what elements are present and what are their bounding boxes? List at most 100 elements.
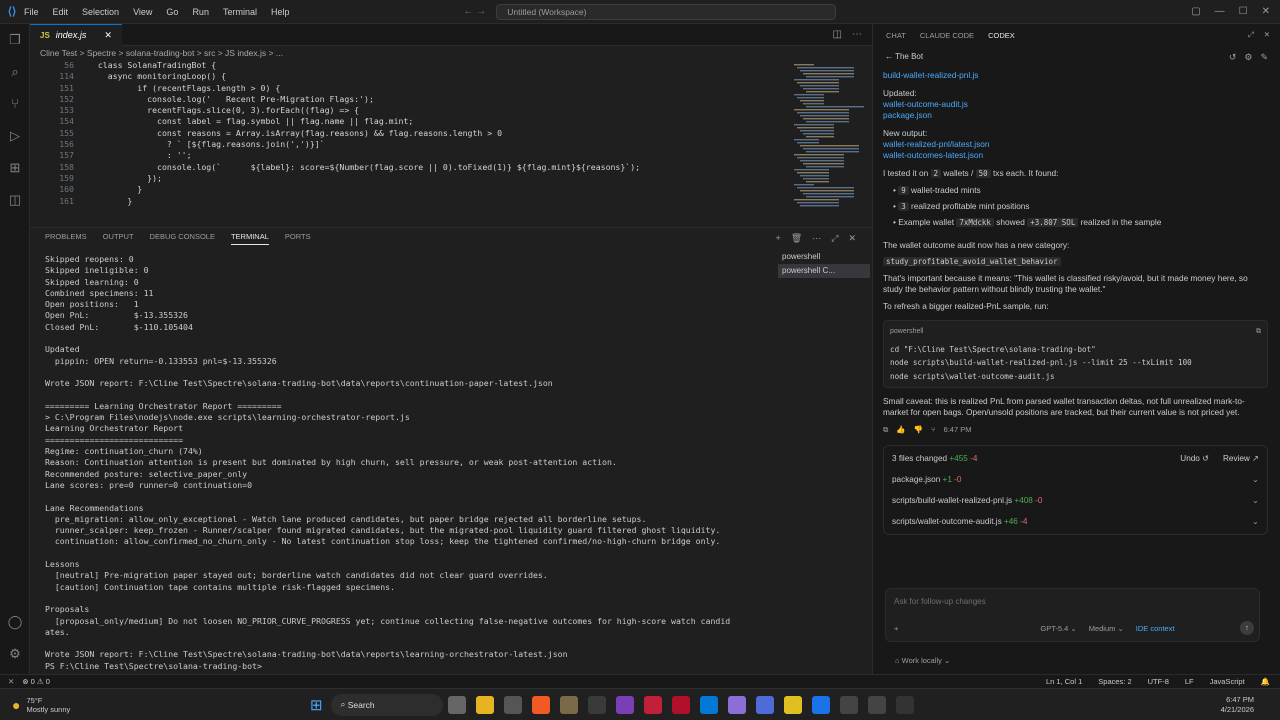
- start-icon[interactable]: ⊞: [310, 696, 323, 714]
- kill-terminal-icon[interactable]: 🗑: [791, 233, 802, 244]
- chevron-down-icon[interactable]: ⌄: [1252, 516, 1259, 527]
- terminal-output[interactable]: Skipped reopens: 0 Skipped ineligible: 0…: [45, 254, 765, 674]
- chevron-down-icon[interactable]: ⌄: [1252, 495, 1259, 506]
- language-mode[interactable]: JavaScript: [1210, 677, 1245, 686]
- close-icon[interactable]: ✕: [1262, 6, 1270, 17]
- settings-icon[interactable]: ⚙: [1244, 52, 1252, 63]
- app-icon[interactable]: [783, 695, 802, 714]
- app-icon[interactable]: [503, 695, 522, 714]
- app-icon[interactable]: [755, 695, 774, 714]
- file-link[interactable]: wallet-outcomes-latest.json: [883, 150, 1268, 161]
- history-icon[interactable]: ↺: [1229, 52, 1237, 63]
- model-select[interactable]: GPT-5.4 ⌄: [1040, 624, 1076, 633]
- attach-icon[interactable]: +: [894, 624, 898, 633]
- changed-file-row[interactable]: package.json +1 -0 ⌄: [892, 469, 1259, 490]
- app-icon[interactable]: [895, 695, 914, 714]
- close-icon[interactable]: ✕: [1264, 30, 1270, 40]
- tab-codex[interactable]: CODEX: [988, 31, 1015, 40]
- copy-icon[interactable]: ⧉: [883, 424, 888, 435]
- terminal-item[interactable]: powershell: [778, 250, 870, 264]
- extensions-icon[interactable]: ⊞: [0, 152, 30, 184]
- thumbs-up-icon[interactable]: 👍: [896, 424, 905, 435]
- cursor-position[interactable]: Ln 1, Col 1: [1046, 677, 1082, 686]
- code-line[interactable]: 161 }: [30, 196, 790, 207]
- undo-button[interactable]: Undo ↺: [1180, 453, 1209, 464]
- app-icon[interactable]: [587, 695, 606, 714]
- followup-input[interactable]: Ask for follow-up changes: [894, 597, 986, 606]
- task-view-icon[interactable]: [447, 695, 466, 714]
- terminal-item[interactable]: powershell C...: [778, 264, 870, 278]
- brave-browser-icon[interactable]: [531, 695, 550, 714]
- new-terminal-icon[interactable]: +: [776, 233, 781, 244]
- menu-item-view[interactable]: View: [133, 7, 152, 17]
- nav-arrows-icon[interactable]: ← →: [463, 6, 486, 17]
- app-icon[interactable]: [559, 695, 578, 714]
- tab-ports[interactable]: PORTS: [285, 232, 311, 245]
- branch-icon[interactable]: ⑂: [931, 424, 936, 435]
- code-line[interactable]: 156 ? ` [${flag.reasons.join(',')}]`: [30, 139, 790, 150]
- code-line[interactable]: 158 console.log(` ${label}: score=${Numb…: [30, 162, 790, 173]
- code-line[interactable]: 155 const reasons = Array.isArray(flag.r…: [30, 128, 790, 139]
- app-icon[interactable]: [615, 695, 634, 714]
- tab-index-js[interactable]: JS index.js ✕: [30, 23, 122, 46]
- file-explorer-icon[interactable]: [475, 695, 494, 714]
- maximize-icon[interactable]: ☐: [1239, 6, 1248, 17]
- code-line[interactable]: 154 const label = flag.symbol || flag.na…: [30, 116, 790, 127]
- more-actions-icon[interactable]: ⋯: [852, 29, 862, 40]
- changed-file-row[interactable]: scripts/build-wallet-realized-pnl.js +40…: [892, 490, 1259, 511]
- new-thread-icon[interactable]: ✎: [1260, 52, 1268, 63]
- changed-file-row[interactable]: scripts/wallet-outcome-audit.js +46 -4 ⌄: [892, 511, 1259, 532]
- code-line[interactable]: 153 recentFlags.slice(0, 3).forEach((fla…: [30, 105, 790, 116]
- menu-item-terminal[interactable]: Terminal: [223, 7, 257, 17]
- code-line[interactable]: 157 : '';: [30, 150, 790, 161]
- explorer-icon[interactable]: ❐: [0, 24, 30, 56]
- layout-icon[interactable]: ▢: [1191, 6, 1200, 17]
- tab-problems[interactable]: PROBLEMS: [45, 232, 87, 245]
- file-link[interactable]: wallet-realized-pnl/latest.json: [883, 139, 1268, 150]
- problems-status[interactable]: ⊗ 0 ⚠ 0: [22, 677, 50, 686]
- run-debug-icon[interactable]: ▷: [0, 120, 30, 152]
- search-icon[interactable]: ⌕: [0, 56, 30, 88]
- code-line[interactable]: 160 }: [30, 184, 790, 195]
- code-view[interactable]: 56 class SolanaTradingBot {114 async mon…: [30, 60, 790, 227]
- menu-item-selection[interactable]: Selection: [82, 7, 119, 17]
- command-center-search[interactable]: Untitled (Workspace): [496, 3, 837, 20]
- work-locally-select[interactable]: ⌂ Work locally ⌄: [895, 656, 950, 665]
- minimize-icon[interactable]: —: [1215, 6, 1225, 17]
- opera-icon[interactable]: [671, 695, 690, 714]
- menu-item-run[interactable]: Run: [192, 7, 209, 17]
- indentation[interactable]: Spaces: 2: [1098, 677, 1131, 686]
- file-link[interactable]: package.json: [883, 110, 1268, 121]
- menu-item-file[interactable]: File: [24, 7, 39, 17]
- notifications-icon[interactable]: 🔔: [1261, 677, 1270, 686]
- close-panel-icon[interactable]: ✕: [848, 233, 856, 244]
- file-link[interactable]: build-wallet-realized-pnl.js: [883, 70, 1268, 81]
- encoding[interactable]: UTF-8: [1148, 677, 1169, 686]
- code-line[interactable]: 152 console.log(' Recent Pre-Migration F…: [30, 94, 790, 105]
- breadcrumb[interactable]: Cline Test > Spectre > solana-trading-bo…: [30, 46, 872, 60]
- accounts-icon[interactable]: ◯: [0, 606, 30, 638]
- clock[interactable]: 6:47 PM 4/21/2026: [1221, 695, 1280, 715]
- chevron-down-icon[interactable]: ⌄: [1252, 474, 1259, 485]
- maximize-panel-icon[interactable]: ⤢: [831, 233, 838, 244]
- effort-select[interactable]: Medium ⌄: [1089, 624, 1124, 633]
- send-button[interactable]: ↑: [1240, 621, 1254, 635]
- menu-item-go[interactable]: Go: [166, 7, 178, 17]
- code-line[interactable]: 159 });: [30, 173, 790, 184]
- chrome-icon[interactable]: [811, 695, 830, 714]
- tab-debug-console[interactable]: DEBUG CONSOLE: [150, 232, 215, 245]
- more-icon[interactable]: ⋯: [812, 233, 821, 244]
- remote-icon[interactable]: ◫: [0, 184, 30, 216]
- settings-gear-icon[interactable]: ⚙: [0, 638, 30, 670]
- tab-output[interactable]: OUTPUT: [103, 232, 134, 245]
- remote-indicator-icon[interactable]: ✕: [0, 677, 22, 686]
- tab-claude-code[interactable]: CLAUDE CODE: [920, 31, 974, 40]
- copy-icon[interactable]: ⧉: [1256, 325, 1261, 339]
- weather-widget[interactable]: ● 75°F Mostly sunny: [0, 696, 200, 714]
- app-icon[interactable]: [643, 695, 662, 714]
- code-line[interactable]: 56 class SolanaTradingBot {: [30, 60, 790, 71]
- app-icon[interactable]: [867, 695, 886, 714]
- tab-chat[interactable]: CHAT: [886, 31, 906, 40]
- source-control-icon[interactable]: ⑂: [0, 88, 30, 120]
- ide-context-toggle[interactable]: IDE context: [1136, 624, 1175, 633]
